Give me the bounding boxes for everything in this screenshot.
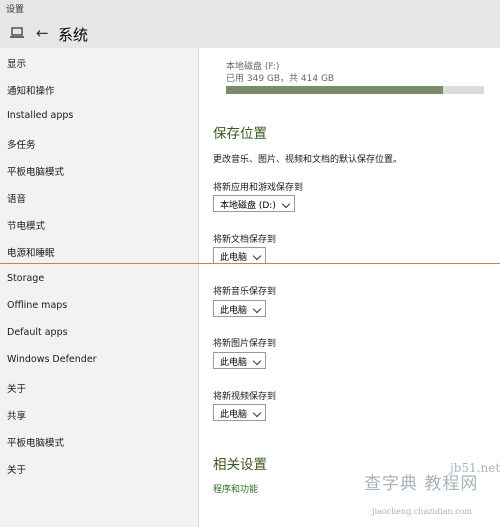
chevron-down-icon	[252, 251, 262, 261]
sidebar-item-storage[interactable]: Storage	[7, 273, 44, 284]
disk-usage-bar-fill	[226, 86, 444, 94]
laptop-icon	[10, 27, 24, 38]
videos-save-dropdown[interactable]: 此电脑	[213, 404, 267, 421]
save-locations-description: 更改音乐、图片、视频和文档的默认保存位置。	[213, 155, 403, 165]
programs-features-link[interactable]: 程序和功能	[213, 482, 258, 495]
disk-usage-text: 已用 349 GB，共 414 GB	[226, 74, 335, 84]
sidebar-item-offline-maps[interactable]: Offline maps	[7, 300, 67, 311]
main-panel: 本地磁盘 (F:) 已用 349 GB，共 414 GB 保存位置 更改音乐、图…	[199, 48, 500, 527]
apps-save-label: 将新应用和游戏保存到	[213, 183, 304, 193]
sidebar-item-multitasking[interactable]: 多任务	[7, 137, 36, 151]
highlight-divider-line	[0, 263, 500, 264]
app-title: 设置	[6, 5, 25, 15]
sidebar-item-default-apps[interactable]: Default apps	[7, 327, 68, 338]
chevron-down-icon	[252, 408, 262, 418]
apps-save-value: 本地磁盘 (D:)	[220, 201, 276, 211]
sidebar-item-tablet-mode-2[interactable]: 平板电脑模式	[7, 435, 64, 449]
sidebar: 显示 通知和操作 Installed apps 多任务 平板电脑模式 语音 节电…	[0, 48, 198, 527]
sidebar-item-installed-apps[interactable]: Installed apps	[7, 110, 73, 121]
pictures-save-value: 此电脑	[220, 358, 248, 368]
sidebar-item-display[interactable]: 显示	[7, 56, 26, 70]
music-save-label: 将新音乐保存到	[213, 287, 277, 297]
apps-save-dropdown[interactable]: 本地磁盘 (D:)	[213, 195, 295, 212]
documents-save-dropdown[interactable]: 此电脑	[213, 247, 267, 264]
videos-save-value: 此电脑	[220, 410, 248, 420]
chevron-down-icon	[252, 304, 262, 314]
chevron-down-icon	[281, 199, 291, 209]
music-save-value: 此电脑	[220, 306, 248, 316]
documents-save-value: 此电脑	[220, 253, 248, 263]
sidebar-item-power-sleep[interactable]: 电源和睡眠	[7, 245, 55, 259]
sidebar-item-about[interactable]: 关于	[7, 381, 26, 395]
pictures-save-dropdown[interactable]: 此电脑	[213, 352, 267, 369]
sidebar-item-windows-defender[interactable]: Windows Defender	[7, 354, 97, 365]
sidebar-item-about-2[interactable]: 关于	[7, 462, 26, 476]
chevron-down-icon	[252, 356, 262, 366]
title-bar: 设置 ← 系统	[0, 0, 500, 48]
sidebar-item-battery-saver[interactable]: 节电模式	[7, 218, 45, 232]
videos-save-label: 将新视频保存到	[213, 392, 277, 402]
sidebar-item-speech[interactable]: 语音	[7, 191, 26, 205]
sidebar-item-tablet-mode[interactable]: 平板电脑模式	[7, 164, 64, 178]
music-save-dropdown[interactable]: 此电脑	[213, 300, 267, 317]
pictures-save-label: 将新图片保存到	[213, 339, 277, 349]
back-arrow-icon[interactable]: ←	[36, 25, 49, 41]
documents-save-label: 将新文档保存到	[213, 235, 277, 245]
save-locations-heading: 保存位置	[213, 126, 267, 142]
disk-usage-bar	[226, 86, 484, 94]
related-settings-heading: 相关设置	[213, 457, 267, 473]
sidebar-item-sharing[interactable]: 共享	[7, 408, 26, 422]
page-title: 系统	[58, 26, 89, 44]
sidebar-item-notifications[interactable]: 通知和操作	[7, 83, 55, 97]
